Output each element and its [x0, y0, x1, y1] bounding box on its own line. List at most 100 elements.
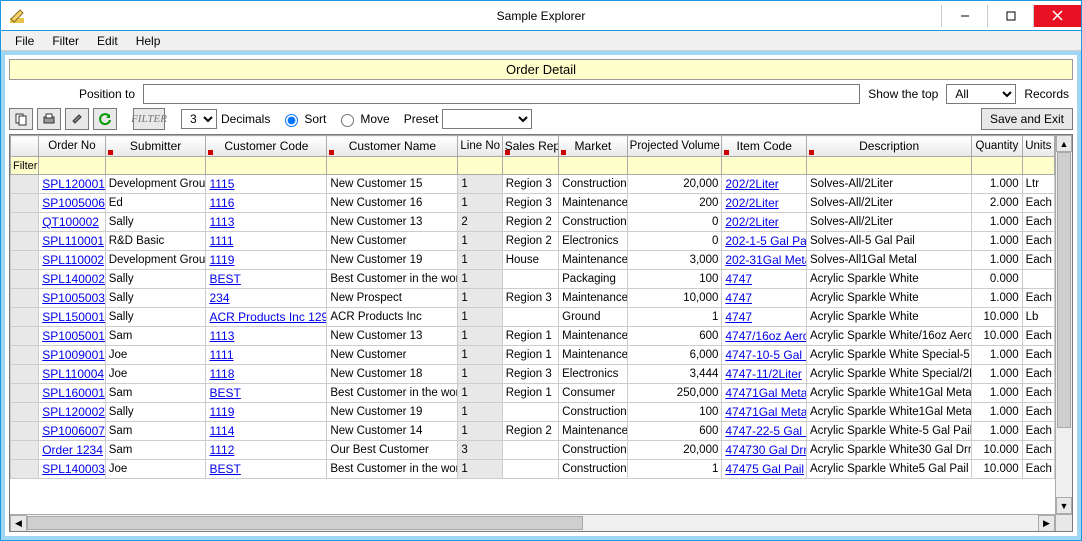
table-row[interactable]: SP1005006Ed1116New Customer 161Region 3M… [11, 194, 1055, 213]
row-header[interactable] [11, 441, 39, 460]
order-no-link[interactable]: SP1005003 [42, 291, 105, 305]
sort-radio-input[interactable] [285, 114, 298, 127]
customer-code-link[interactable]: 234 [209, 291, 229, 305]
move-radio[interactable]: Move [336, 111, 389, 127]
customer-code-link[interactable]: BEST [209, 272, 240, 286]
customer-code-link[interactable]: 1111 [209, 234, 233, 248]
order-no-link[interactable]: SPL120002 [42, 405, 105, 419]
table-row[interactable]: SPL110002Development Group1119New Custom… [11, 251, 1055, 270]
row-header[interactable] [11, 175, 39, 194]
item-code-link[interactable]: 202/2Liter [725, 215, 778, 229]
row-header[interactable] [11, 365, 39, 384]
col-projected-volume[interactable]: Projected Volume [627, 136, 722, 157]
row-header[interactable] [11, 403, 39, 422]
customer-code-link[interactable]: ACR Products Inc 1293 [209, 310, 326, 324]
table-row[interactable]: SPL110001R&D Basic1111New Customer1Regio… [11, 232, 1055, 251]
item-code-link[interactable]: 47471Gal Metal [725, 405, 806, 419]
table-row[interactable]: SP1005001Sam1113New Customer 131Region 1… [11, 327, 1055, 346]
row-header[interactable] [11, 460, 39, 479]
row-header[interactable] [11, 232, 39, 251]
order-no-link[interactable]: SP1005001 [42, 329, 105, 343]
item-code-link[interactable]: 202/2Liter [725, 196, 778, 210]
vertical-scrollbar[interactable]: ▲ ▼ [1055, 135, 1072, 514]
table-row[interactable]: SP1005003Sally234New Prospect1Region 3Ma… [11, 289, 1055, 308]
order-no-link[interactable]: SP1006007 [42, 424, 105, 438]
item-code-link[interactable]: 4747-10-5 Gal Pa [725, 348, 806, 362]
print-button[interactable] [37, 108, 61, 130]
order-no-link[interactable]: SPL140002 [42, 272, 105, 286]
sort-radio[interactable]: Sort [280, 111, 326, 127]
row-header[interactable] [11, 422, 39, 441]
item-code-link[interactable]: 47475 Gal Pail [725, 462, 804, 476]
col-item-code[interactable]: Item Code [722, 136, 807, 157]
customer-code-link[interactable]: 1113 [209, 215, 234, 229]
table-row[interactable]: SP1006007Sam1114New Customer 141Region 2… [11, 422, 1055, 441]
position-to-input[interactable] [143, 84, 860, 104]
titlebar[interactable]: Sample Explorer [1, 1, 1081, 31]
scroll-up-button[interactable]: ▲ [1056, 135, 1072, 152]
col-sales-rep[interactable]: Sales Rep [502, 136, 558, 157]
save-and-exit-button[interactable]: Save and Exit [981, 108, 1073, 130]
order-no-link[interactable]: SP1009001 [42, 348, 105, 362]
filter-toggle-button[interactable]: FILTER [133, 108, 165, 130]
order-no-link[interactable]: SP1005006 [42, 196, 105, 210]
order-no-link[interactable]: SPL150001 [42, 310, 105, 324]
table-row[interactable]: SP1009001Joe1111New Customer1Region 1Mai… [11, 346, 1055, 365]
order-no-link[interactable]: SPL160001 [42, 386, 105, 400]
item-code-link[interactable]: 4747 [725, 310, 752, 324]
item-code-link[interactable]: 474730 Gal Drm [725, 443, 806, 457]
order-no-link[interactable]: Order 1234 [42, 443, 103, 457]
col-line-no[interactable]: Line No [458, 136, 502, 157]
move-radio-input[interactable] [341, 114, 354, 127]
order-no-link[interactable]: SPL110002 [42, 253, 104, 267]
customer-code-link[interactable]: 1112 [209, 443, 234, 457]
customer-code-link[interactable]: 1113 [209, 329, 234, 343]
customer-code-link[interactable]: 1116 [209, 196, 234, 210]
customer-code-link[interactable]: BEST [209, 386, 240, 400]
menu-filter[interactable]: Filter [44, 32, 87, 50]
order-no-link[interactable]: SPL110001 [42, 234, 104, 248]
menu-file[interactable]: File [7, 32, 42, 50]
scroll-left-button[interactable]: ◀ [10, 515, 27, 532]
col-rowhdr[interactable] [11, 136, 39, 157]
customer-code-link[interactable]: BEST [209, 462, 240, 476]
col-customer-name[interactable]: Customer Name [327, 136, 458, 157]
item-code-link[interactable]: 202-1-5 Gal Pail [725, 234, 806, 248]
order-no-link[interactable]: QT100002 [42, 215, 99, 229]
order-no-link[interactable]: SPL140003 [42, 462, 105, 476]
col-quantity[interactable]: Quantity [972, 136, 1022, 157]
row-header[interactable] [11, 384, 39, 403]
table-row[interactable]: QT100002Sally1113New Customer 132Region … [11, 213, 1055, 232]
table-row[interactable]: SPL150001SallyACR Products Inc 1293ACR P… [11, 308, 1055, 327]
scroll-thumb-h[interactable] [27, 516, 583, 530]
col-submitter[interactable]: Submitter [105, 136, 206, 157]
customer-code-link[interactable]: 1115 [209, 177, 234, 191]
menu-help[interactable]: Help [128, 32, 169, 50]
item-code-link[interactable]: 202-31Gal Metal [725, 253, 806, 267]
row-header[interactable] [11, 251, 39, 270]
col-units[interactable]: Units [1022, 136, 1054, 157]
row-header[interactable] [11, 327, 39, 346]
maximize-button[interactable] [987, 5, 1033, 27]
customer-code-link[interactable]: 1119 [209, 405, 234, 419]
table-row[interactable]: SPL120002Sally1119New Customer 191Constr… [11, 403, 1055, 422]
minimize-button[interactable] [941, 5, 987, 27]
scroll-down-button[interactable]: ▼ [1056, 497, 1072, 514]
data-grid[interactable]: Order No Submitter Customer Code Custome… [9, 134, 1073, 532]
table-row[interactable]: SPL140003JoeBESTBest Customer in the wor… [11, 460, 1055, 479]
row-header[interactable] [11, 194, 39, 213]
row-header[interactable] [11, 289, 39, 308]
table-row[interactable]: SPL140002SallyBESTBest Customer in the w… [11, 270, 1055, 289]
item-code-link[interactable]: 4747-11/2Liter [725, 367, 802, 381]
order-no-link[interactable]: SPL120001 [42, 177, 105, 191]
item-code-link[interactable]: 4747-22-5 Gal Pa [725, 424, 806, 438]
decimals-select[interactable]: 3 [181, 109, 217, 129]
item-code-link[interactable]: 4747/16oz Aeros [725, 329, 806, 343]
filter-row[interactable]: Filter [11, 157, 1055, 175]
customer-code-link[interactable]: 1119 [209, 253, 234, 267]
settings-button[interactable] [65, 108, 89, 130]
item-code-link[interactable]: 202/2Liter [725, 177, 778, 191]
row-header[interactable] [11, 308, 39, 327]
preset-select[interactable] [442, 109, 532, 129]
order-no-link[interactable]: SPL110004 [42, 367, 104, 381]
